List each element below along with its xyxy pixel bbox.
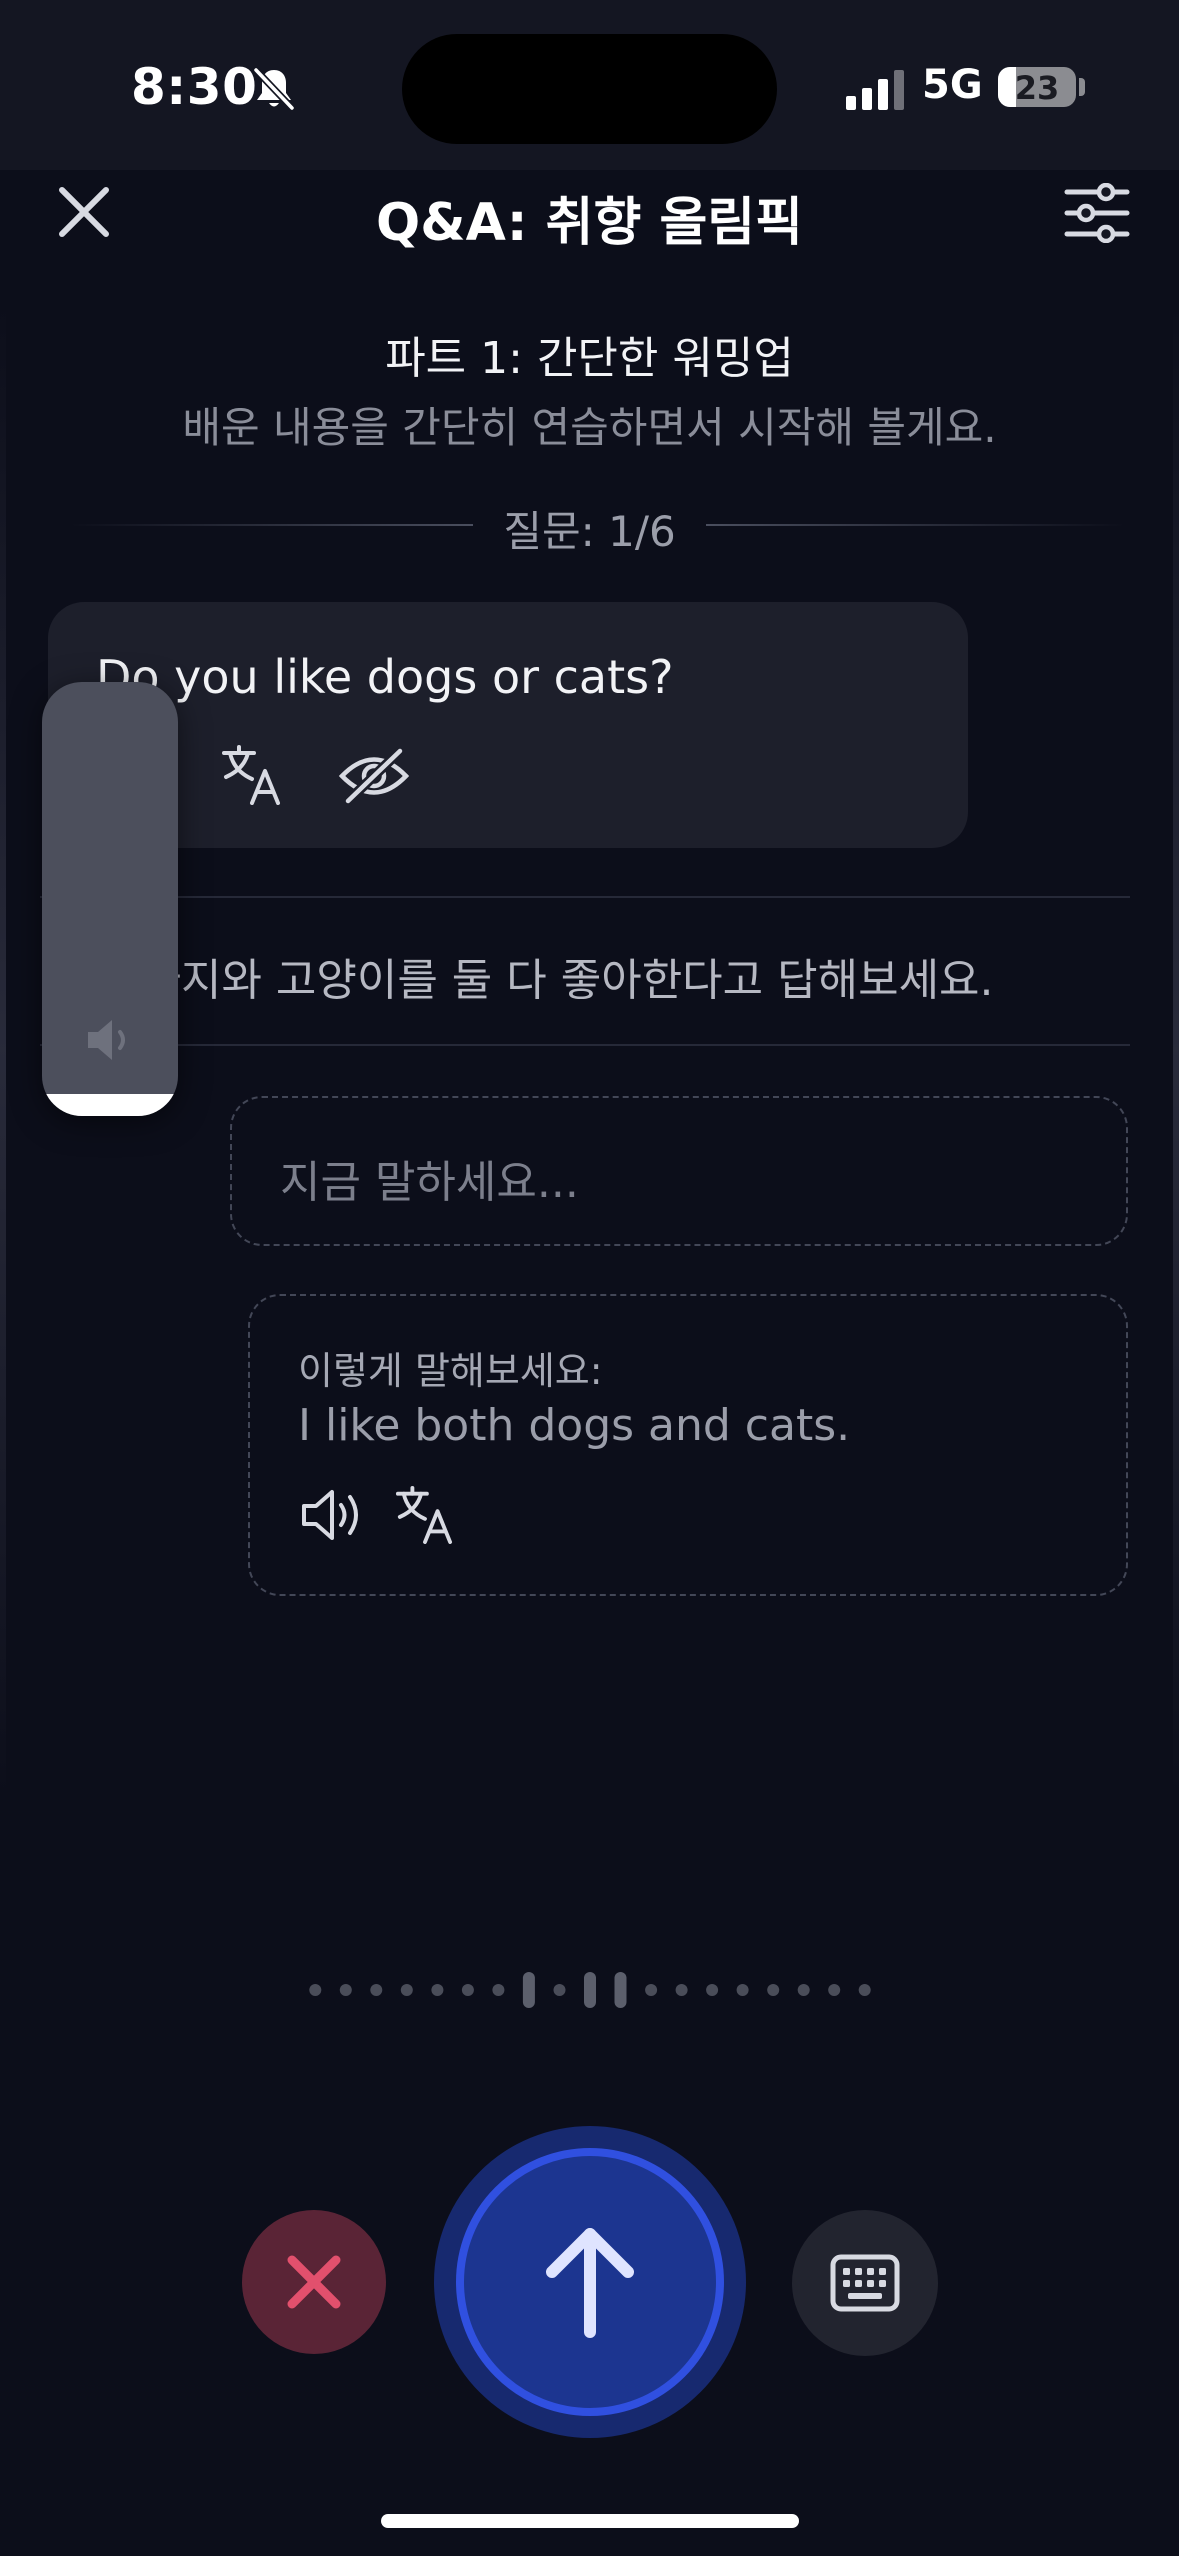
speech-input[interactable]: 지금 말하세요...: [230, 1096, 1128, 1246]
status-bar: 8:30 5G 23 Q&A: 취향 올림픽: [0, 0, 1179, 253]
translate-icon[interactable]: [394, 1486, 454, 1544]
waveform-bar: [309, 1984, 322, 1996]
waveform-bar: [767, 1984, 780, 1996]
sample-answer-label: 이렇게 말해보세요:: [298, 1349, 603, 1393]
waveform-bar: [522, 1972, 535, 2008]
waveform-bar: [675, 1984, 688, 1996]
volume-fill: [42, 1094, 178, 1116]
hint-text: 강아지와 고양이를 둘 다 좋아한다고 답해보세요.: [100, 955, 994, 1006]
bell-slash-icon: [253, 67, 295, 111]
sliders-icon[interactable]: [1064, 183, 1130, 243]
waveform-bar: [553, 1984, 566, 1996]
waveform-bar: [461, 1984, 474, 1996]
waveform-bar: [828, 1984, 841, 1996]
sample-answer-card: 이렇게 말해보세요: I like both dogs and cats.: [248, 1294, 1128, 1596]
question-text: Do you like dogs or cats?: [96, 650, 674, 704]
waveform-bar: [492, 1984, 505, 1996]
edge-glow: [0, 300, 6, 1800]
question-counter: 질문: 1/6: [503, 507, 676, 556]
waveform-bar: [858, 1984, 871, 1996]
waveform-bar: [431, 1984, 444, 1996]
battery-icon: 23: [998, 67, 1076, 107]
home-indicator: [381, 2514, 799, 2528]
edge-glow: [1173, 300, 1179, 1800]
speech-placeholder: 지금 말하세요...: [280, 1157, 579, 1208]
sample-answer-text: I like both dogs and cats.: [298, 1400, 851, 1451]
waveform-bar: [584, 1972, 596, 2008]
question-bubble: Do you like dogs or cats?: [48, 602, 968, 848]
battery-level: 23: [1014, 69, 1060, 107]
cellular-signal-icon: [846, 70, 904, 110]
speaker-icon: [88, 1020, 125, 1060]
keyboard-button[interactable]: [792, 2210, 938, 2356]
translate-icon[interactable]: [220, 745, 282, 805]
waveform-bar: [736, 1984, 749, 1996]
send-button[interactable]: [456, 2148, 724, 2416]
divider: [40, 1044, 1130, 1046]
waveform-bar: [797, 1984, 810, 1996]
keyboard-icon: [830, 2254, 900, 2312]
arrow-up-icon: [546, 2228, 634, 2338]
cancel-button[interactable]: [242, 2210, 386, 2354]
close-icon: [287, 2255, 341, 2309]
battery-cap: [1079, 78, 1085, 96]
divider: [706, 524, 1126, 526]
dynamic-island: [402, 34, 777, 144]
part-title: 파트 1: 간단한 워밍업: [385, 333, 794, 384]
screen: 8:30 5G 23 Q&A: 취향 올림픽 파트 1: 간단한 워밍업 배운 …: [0, 0, 1179, 2556]
page-title: Q&A: 취향 올림픽: [376, 193, 803, 253]
waveform-bar: [614, 1972, 627, 2008]
divider: [40, 896, 1130, 898]
part-subtitle: 배운 내용을 간단히 연습하면서 시작해 볼게요.: [182, 403, 997, 452]
network-label: 5G: [922, 62, 983, 108]
waveform-bar: [645, 1984, 658, 1996]
waveform-bar: [370, 1984, 383, 1996]
waveform: [309, 1972, 871, 2008]
close-button[interactable]: [52, 180, 116, 244]
divider: [70, 524, 473, 526]
volume-hud[interactable]: [42, 682, 178, 1116]
waveform-bar: [706, 1984, 719, 1996]
waveform-bar: [339, 1984, 352, 1996]
eye-slash-icon[interactable]: [338, 747, 410, 805]
waveform-bar: [400, 1984, 413, 1996]
status-time: 8:30: [131, 58, 258, 116]
speaker-icon[interactable]: [300, 1488, 364, 1542]
